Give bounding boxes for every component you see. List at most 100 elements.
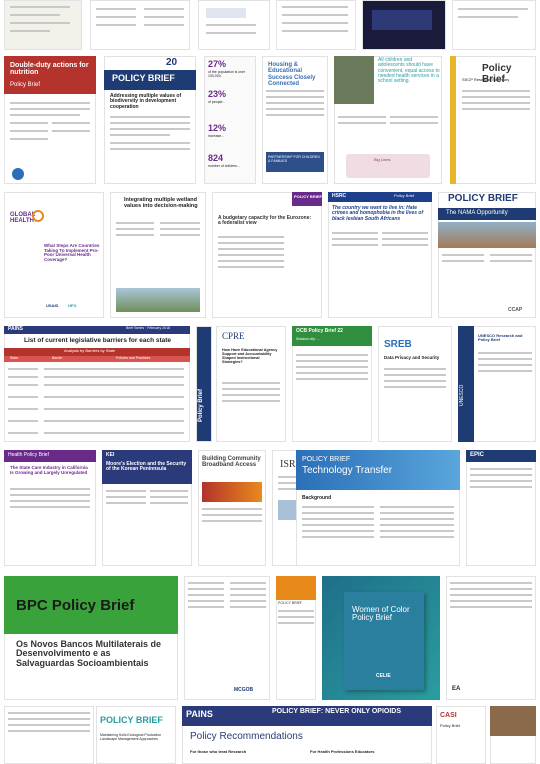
casi-label: Policy Brief: [440, 723, 461, 728]
painsopioids-col2: For Health Professions Educators: [310, 749, 375, 754]
sreb-title: Data Privacy and Security: [384, 355, 440, 360]
pains-subtitle: Analysis by Barriers by State: [64, 348, 116, 353]
stat-1-label: of people...: [208, 100, 226, 104]
wetland-title: Integrating multiple wetland values into…: [124, 197, 198, 209]
thumb-row1-6[interactable]: [452, 0, 536, 50]
wetland-photo: [116, 288, 200, 312]
adolescents-label: Big Lines: [374, 157, 391, 162]
moore-logo: KEI: [106, 452, 115, 458]
thumb-health-policy[interactable]: Health Policy Brief The State Care Indus…: [4, 450, 96, 566]
thumb-stats[interactable]: 27% of the population is over 100,000 23…: [204, 56, 256, 184]
thumb-mcgob[interactable]: MCGOB: [184, 576, 270, 700]
sscp-subtitle: SSCP Research Summary: [462, 77, 510, 82]
nutrition-subtitle: Policy Brief: [10, 82, 41, 88]
thumb-housing[interactable]: Housing & Educational Success Closely Co…: [262, 56, 328, 184]
epic-logo: EPIC: [470, 452, 485, 458]
ocb-sub: Shadow city: ...: [296, 337, 320, 341]
sreb-logo: SREB: [384, 339, 412, 350]
thumb-landscape-brief[interactable]: POLICY BRIEF Maintaining Soils Ecologica…: [96, 706, 176, 764]
landscape-title: POLICY BRIEF: [100, 715, 163, 725]
adolescents-quote: All children and adolescents should have…: [378, 57, 440, 84]
thumb-sscp[interactable]: Policy Brief SSCP Research Summary: [450, 56, 536, 184]
thumb-sreb[interactable]: SREB Data Privacy and Security: [378, 326, 452, 442]
thumb-globalhealth[interactable]: GLOBAL HEALTH What Steps Are Countries T…: [4, 192, 104, 318]
thumb-row1-5[interactable]: [362, 0, 446, 50]
healthpolicy-title: The State Care Industry in California Is…: [10, 465, 88, 475]
broadband-photo: [202, 482, 262, 502]
thumb-cele[interactable]: Women of Color Policy Brief CELIE: [322, 576, 440, 700]
hsrc-title: The country we want to live in: Hate cri…: [332, 205, 424, 222]
thumb-broadband[interactable]: Building Community Broadband Access: [198, 450, 266, 566]
isr-logo: ISR: [280, 459, 296, 470]
healthpolicy-label: Health Policy Brief: [8, 452, 49, 458]
painsopioids-header: PAINS: [186, 709, 213, 719]
thumb-row7-last[interactable]: [490, 706, 536, 764]
thumb-unesco[interactable]: UNESCO UNESCO Research and Policy Brief: [458, 326, 536, 442]
thumb-wetland[interactable]: Integrating multiple wetland values into…: [110, 192, 206, 318]
thumb-nutrition[interactable]: Double-duty actions for nutrition Policy…: [4, 56, 96, 184]
thumb-row1-4[interactable]: [276, 0, 356, 50]
casi-logo: CASI: [440, 712, 457, 719]
pains-col3: Policies and Practices: [116, 356, 151, 360]
addressing-title: POLICY BRIEF: [112, 73, 175, 83]
stat-1-value: 23%: [208, 89, 227, 99]
sponsor-hfg: HFG: [68, 303, 77, 308]
thumb-row1-3[interactable]: [198, 0, 270, 50]
budget-title: A budgetary capacity for the Eurozone: a…: [218, 215, 312, 227]
policybrief-small-title: POLICY BRIEF: [278, 601, 303, 605]
thumb-nama[interactable]: POLICY BRIEF The NAMA Opportunity CCAP: [438, 192, 536, 318]
bpc-title: BPC Policy Brief: [16, 597, 135, 614]
thumb-casi[interactable]: CASI Policy Brief: [436, 706, 486, 764]
thumb-addressing-values[interactable]: 20 POLICY BRIEF Addressing multiple valu…: [104, 56, 196, 184]
thumb-row1-2[interactable]: [90, 0, 190, 50]
thumb-hsrc[interactable]: HSRC Policy Brief The country we want to…: [328, 192, 432, 318]
addressing-number: 20: [166, 57, 178, 68]
thumb-policybrief-vertical[interactable]: Policy Brief: [196, 326, 212, 442]
globe-icon: [32, 210, 44, 222]
pains-col2: Barrier: [52, 356, 63, 360]
nama-photo: [438, 222, 536, 248]
school-photo: [334, 56, 374, 104]
hsrc-label: Policy Brief: [394, 193, 415, 198]
cpre-title: How Have Educational Agency Support and …: [222, 348, 278, 364]
thumb-moore[interactable]: KEI Moore's Election and the Security of…: [102, 450, 192, 566]
thumb-epic[interactable]: EPIC: [466, 450, 536, 566]
globalhealth-title: What Steps Are Countries Taking To Imple…: [44, 243, 100, 263]
unesco-logo: UNESCO: [459, 384, 465, 406]
cele-logo: CELIE: [376, 673, 391, 679]
stat-2-label: increase...: [208, 134, 225, 138]
thumb-row1-1[interactable]: [4, 0, 82, 50]
nama-footer: CCAP: [508, 307, 523, 313]
stat-3-value: 824: [208, 153, 224, 163]
thumb-pains-barriers[interactable]: PAINS Brief Series · February 2018 List …: [4, 326, 190, 442]
pains-title: List of current legislative barriers for…: [24, 337, 172, 344]
thumb-bpc[interactable]: BPC Policy Brief Os Novos Bancos Multila…: [4, 576, 178, 700]
housing-footer: PARTNERSHIP FOR CHILDREN & FAMILIES: [268, 155, 320, 163]
tech-title: POLICY BRIEF: [302, 456, 351, 463]
thumb-budget[interactable]: POLICY BRIEF A budgetary capacity for th…: [212, 192, 322, 318]
moore-title: Moore's Election and the Security of the…: [106, 461, 187, 473]
stat-2-value: 12%: [208, 123, 227, 133]
nama-title: POLICY BRIEF: [448, 193, 518, 204]
thumb-techtransfer[interactable]: POLICY BRIEF Technology Transfer Backgro…: [296, 450, 460, 566]
stat-3-label: number of children...: [208, 164, 240, 168]
landscape-subtitle: Maintaining Soils Ecological Production …: [100, 733, 162, 741]
thumb-landscape[interactable]: [4, 706, 94, 764]
mcgob-footer: MCGOB: [234, 687, 254, 693]
thumb-policybrief-small[interactable]: POLICY BRIEF: [276, 576, 316, 700]
thumb-ocb[interactable]: OCB Policy Brief 22 Shadow city: ...: [292, 326, 372, 442]
unesco-title: UNESCO Research and Policy Brief: [478, 333, 523, 343]
painsopioids-col1: For those who treat Research: [190, 749, 247, 754]
painsopioids-subtitle: Policy Recommendations: [190, 731, 303, 742]
thumb-cpre[interactable]: CPRE How Have Educational Agency Support…: [216, 326, 286, 442]
thumb-adolescents[interactable]: All children and adolescents should have…: [334, 56, 442, 184]
sponsor-usaid: USAID: [46, 303, 59, 308]
cpre-logo: CPRE: [222, 331, 245, 341]
thumb-pains-opioids[interactable]: PAINS POLICY BRIEF: NEVER ONLY OPIOIDS P…: [182, 706, 432, 764]
housing-title: Housing & Educational Success Closely Co…: [268, 62, 316, 87]
thumb-ea[interactable]: EA: [446, 576, 536, 700]
pains-date: Brief Series · February 2018: [126, 326, 170, 330]
stat-0-label: of the population is over 100,000: [208, 70, 246, 78]
nutrition-title: Double-duty actions for nutrition: [10, 62, 89, 77]
nama-subtitle: The NAMA Opportunity: [446, 210, 508, 216]
